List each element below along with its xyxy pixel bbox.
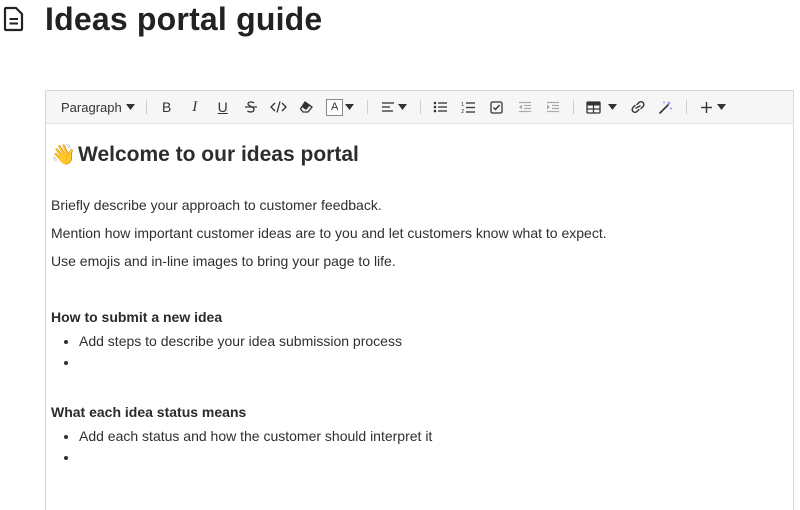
indent-icon (546, 101, 559, 113)
chevron-down-icon (398, 104, 408, 110)
underline-button[interactable]: U (212, 95, 234, 119)
bullet-list: Add each status and how the customer sho… (51, 426, 788, 468)
paragraph: Briefly describe your approach to custom… (51, 197, 382, 213)
checklist-icon (490, 100, 503, 114)
toolbar-separator (572, 100, 574, 114)
section-heading-status: What each idea status means (51, 404, 247, 420)
table-dropdown[interactable] (608, 95, 618, 119)
text-color-button[interactable]: A (324, 95, 346, 119)
strikethrough-icon (244, 101, 257, 113)
indent-button[interactable] (542, 95, 564, 119)
rich-text-editor[interactable]: Paragraph B I U A 1 2 👋 Welcome to our i… (45, 90, 794, 510)
list-item: Add steps to describe your idea submissi… (79, 331, 788, 352)
list-item (79, 447, 788, 468)
chevron-down-icon (717, 104, 727, 110)
waving-hand-icon: 👋 (51, 144, 76, 166)
editor-toolbar: Paragraph B I U A 1 2 (46, 91, 793, 124)
toolbar-separator (145, 100, 147, 114)
svg-text:1: 1 (461, 102, 464, 108)
section-heading-submit: How to submit a new idea (51, 309, 223, 325)
clear-format-button[interactable] (296, 95, 318, 119)
italic-button[interactable]: I (184, 95, 206, 119)
welcome-heading: 👋 Welcome to our ideas portal (51, 142, 788, 168)
italic-icon: I (192, 98, 198, 115)
paragraph: Use emojis and in-line images to bring y… (51, 253, 396, 269)
block-style-dropdown[interactable]: Paragraph (55, 95, 137, 119)
magic-wand-icon (659, 100, 673, 114)
plus-icon (701, 101, 713, 113)
bullet-list-icon (433, 101, 448, 113)
numbered-list-button[interactable]: 12 (458, 95, 480, 119)
list-item (79, 352, 788, 373)
list-item: Add each status and how the customer sho… (79, 426, 788, 447)
block-style-label: Paragraph (61, 99, 122, 115)
text-color-dropdown[interactable] (345, 95, 355, 119)
eraser-icon (299, 101, 314, 113)
code-button[interactable] (268, 95, 290, 119)
svg-text:2: 2 (461, 109, 464, 114)
bullet-list: Add steps to describe your idea submissi… (51, 331, 788, 373)
code-icon (270, 101, 288, 113)
editor-content[interactable]: 👋 Welcome to our ideas portal Briefly de… (46, 142, 793, 468)
bullet-list-button[interactable] (430, 95, 452, 119)
chevron-down-icon (125, 104, 135, 110)
page-title: Ideas portal guide (45, 1, 323, 37)
toolbar-separator (366, 100, 368, 114)
ai-assist-button[interactable] (655, 95, 677, 119)
chevron-down-icon (345, 104, 355, 110)
document-icon (3, 6, 24, 32)
checklist-button[interactable] (486, 95, 508, 119)
table-button[interactable] (583, 95, 605, 119)
table-icon (586, 100, 601, 114)
insert-button[interactable] (696, 95, 718, 119)
toolbar-separator (685, 100, 687, 114)
bold-button[interactable]: B (156, 95, 178, 119)
insert-dropdown[interactable] (717, 95, 727, 119)
outdent-button[interactable] (514, 95, 536, 119)
align-button[interactable] (377, 95, 399, 119)
outdent-icon (518, 101, 531, 113)
numbered-list-icon: 12 (461, 102, 476, 114)
paragraph: Mention how important customer ideas are… (51, 225, 607, 241)
chevron-down-icon (608, 104, 618, 110)
toolbar-separator (419, 100, 421, 114)
bold-icon: B (162, 99, 172, 115)
strikethrough-button[interactable] (240, 95, 262, 119)
link-button[interactable] (627, 95, 649, 119)
link-icon (631, 100, 645, 114)
align-left-icon (381, 102, 394, 112)
align-dropdown[interactable] (398, 95, 408, 119)
underline-icon: U (217, 99, 228, 115)
welcome-heading-text: Welcome to our ideas portal (78, 143, 359, 166)
text-color-icon: A (326, 98, 344, 116)
